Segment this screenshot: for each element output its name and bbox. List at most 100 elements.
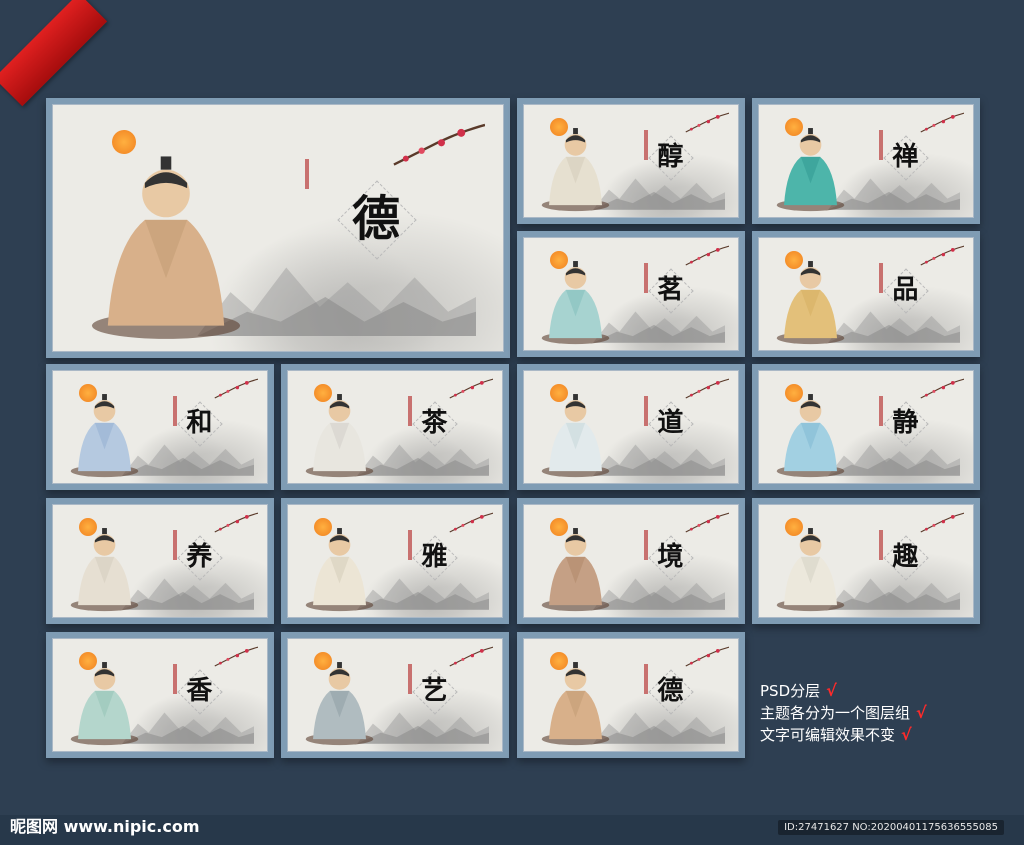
seal-stamp <box>643 129 648 160</box>
calligraphy-title: 静 <box>887 405 923 441</box>
poster-panel: 香 <box>46 632 274 758</box>
info-text-groups: 主题各分为一个图层组 <box>760 704 911 722</box>
sage-figure-icon <box>541 528 610 612</box>
calligraphy-character: 趣 <box>892 541 919 572</box>
calligraphy-title: 茗 <box>652 272 688 308</box>
plum-branch-icon <box>449 513 494 533</box>
calligraphy-character: 禅 <box>892 141 919 172</box>
seal-stamp <box>407 663 412 694</box>
plum-branch-icon <box>920 379 965 399</box>
poster-paper: 雅 <box>287 504 503 618</box>
calligraphy-title: 和 <box>181 405 217 441</box>
plum-branch-icon <box>214 647 259 667</box>
sage-figure-icon <box>541 394 610 478</box>
sage-figure-icon <box>91 156 240 339</box>
calligraphy-title: 醇 <box>652 139 688 175</box>
calligraphy-character: 雅 <box>421 541 448 572</box>
sage-figure-icon <box>70 662 139 746</box>
poster-panel: 养 <box>46 498 274 624</box>
calligraphy-character: 道 <box>657 407 684 438</box>
sage-figure-icon <box>776 261 845 345</box>
corner-ribbon <box>0 0 108 107</box>
poster-panel: 茗 <box>517 231 745 357</box>
poster-paper: 道 <box>523 370 739 484</box>
poster-panel: 德 <box>517 632 745 758</box>
info-block: PSD分层 √ 主题各分为一个图层组 √ 文字可编辑效果不变 √ <box>760 680 927 746</box>
info-line-editable: 文字可编辑效果不变 √ <box>760 724 927 746</box>
plum-branch-icon <box>685 379 730 399</box>
calligraphy-title: 德 <box>652 673 688 709</box>
poster-paper: 醇 <box>523 104 739 218</box>
sage-figure-icon <box>776 394 845 478</box>
check-icon: √ <box>901 725 912 744</box>
poster-paper: 香 <box>52 638 268 752</box>
poster-panel: 茶 <box>281 364 509 490</box>
site-logo[interactable]: 昵图网 www.nipic.com <box>10 813 200 837</box>
poster-paper: 德 <box>52 104 504 352</box>
calligraphy-character: 静 <box>892 407 919 438</box>
info-line-groups: 主题各分为一个图层组 √ <box>760 702 927 724</box>
calligraphy-character: 茗 <box>657 274 684 305</box>
calligraphy-character: 香 <box>186 675 213 706</box>
footer-bar: 昵图网 www.nipic.com ID:27471627 NO:2020040… <box>0 815 1024 845</box>
poster-paper: 趣 <box>758 504 974 618</box>
seal-stamp <box>878 129 883 160</box>
poster-paper: 茗 <box>523 237 739 351</box>
poster-paper: 境 <box>523 504 739 618</box>
seal-stamp <box>878 262 883 293</box>
seal-stamp <box>643 663 648 694</box>
sage-figure-icon <box>776 128 845 212</box>
sage-figure-icon <box>541 128 610 212</box>
sage-figure-icon <box>70 394 139 478</box>
calligraphy-character: 艺 <box>421 675 448 706</box>
seal-stamp <box>643 529 648 560</box>
plum-branch-icon <box>920 513 965 533</box>
calligraphy-title: 境 <box>652 539 688 575</box>
poster-panel: 道 <box>517 364 745 490</box>
calligraphy-title: 香 <box>181 673 217 709</box>
seal-stamp <box>878 395 883 426</box>
calligraphy-character: 德 <box>351 190 400 247</box>
calligraphy-title: 养 <box>181 539 217 575</box>
sage-figure-icon <box>70 528 139 612</box>
check-icon: √ <box>826 681 837 700</box>
seal-stamp <box>643 262 648 293</box>
seal-stamp <box>407 395 412 426</box>
plum-branch-icon <box>449 379 494 399</box>
sage-figure-icon <box>305 528 374 612</box>
calligraphy-character: 品 <box>892 274 919 305</box>
calligraphy-title: 雅 <box>416 539 452 575</box>
seal-stamp <box>172 529 177 560</box>
seal-stamp <box>305 159 309 190</box>
poster-panel: 醇 <box>517 98 745 224</box>
poster-panel: 趣 <box>752 498 980 624</box>
calligraphy-character: 和 <box>186 407 213 438</box>
plum-branch-icon <box>685 246 730 266</box>
sage-figure-icon <box>776 528 845 612</box>
plum-branch-icon <box>214 513 259 533</box>
calligraphy-title: 趣 <box>887 539 923 575</box>
poster-panel: 雅 <box>281 498 509 624</box>
calligraphy-character: 醇 <box>657 141 684 172</box>
poster-panel: 禅 <box>752 98 980 224</box>
poster-panel: 品 <box>752 231 980 357</box>
seal-stamp <box>878 529 883 560</box>
calligraphy-character: 茶 <box>421 407 448 438</box>
plum-branch-icon <box>685 647 730 667</box>
sage-figure-icon <box>305 394 374 478</box>
poster-paper: 静 <box>758 370 974 484</box>
plum-branch-icon <box>393 123 485 166</box>
calligraphy-title: 德 <box>341 184 411 254</box>
calligraphy-title: 禅 <box>887 139 923 175</box>
calligraphy-title: 品 <box>887 272 923 308</box>
calligraphy-title: 道 <box>652 405 688 441</box>
plum-branch-icon <box>685 113 730 133</box>
poster-paper: 和 <box>52 370 268 484</box>
calligraphy-character: 境 <box>657 541 684 572</box>
calligraphy-title: 艺 <box>416 673 452 709</box>
seal-stamp <box>172 663 177 694</box>
seal-stamp <box>407 529 412 560</box>
plum-branch-icon <box>449 647 494 667</box>
poster-panel: 德 <box>46 98 510 358</box>
seal-stamp <box>172 395 177 426</box>
